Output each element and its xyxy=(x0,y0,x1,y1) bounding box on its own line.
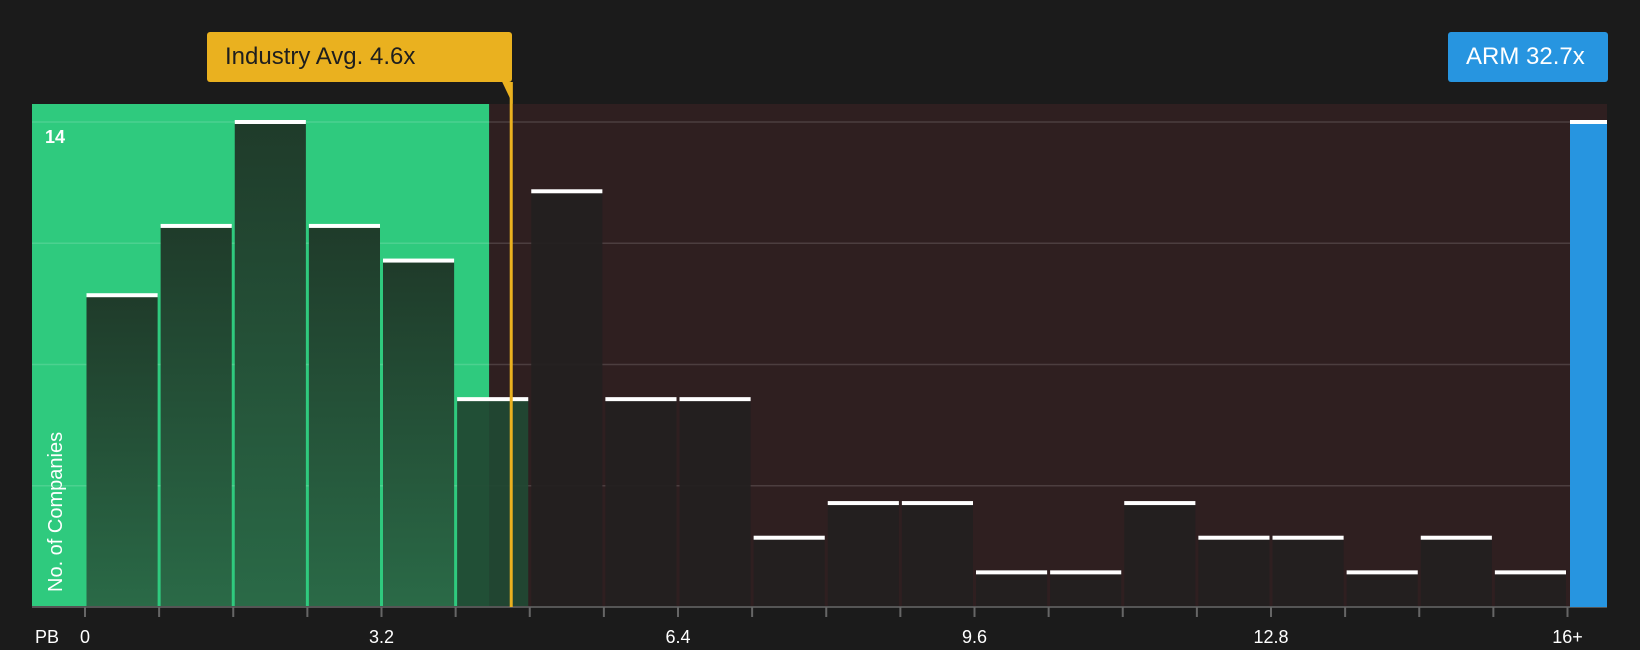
histogram-bar-17 xyxy=(1346,572,1418,607)
histogram-bar-cap-16 xyxy=(1272,535,1344,540)
histogram-bar-1 xyxy=(160,225,232,607)
histogram-bar-18 xyxy=(1420,537,1492,607)
histogram-bar-4 xyxy=(383,260,455,607)
x-tick-label-0: 0 xyxy=(80,627,90,647)
histogram-bar-14 xyxy=(1124,503,1196,607)
histogram-bar-cap-3 xyxy=(308,223,380,228)
histogram-bar-cap-1 xyxy=(160,223,232,228)
histogram-bar-cap-14 xyxy=(1124,501,1196,506)
y-axis-label: No. of Companies xyxy=(45,432,67,592)
histogram-bar-3 xyxy=(308,225,380,607)
histogram-bar-cap-7 xyxy=(605,397,677,402)
x-tick-label-3: 9.6 xyxy=(962,627,987,647)
histogram-bar-cap-9 xyxy=(753,535,825,540)
x-tick-label-1: 3.2 xyxy=(369,627,394,647)
histogram-bar-cap-18 xyxy=(1420,535,1492,540)
histogram-bar-11 xyxy=(901,503,973,607)
x-axis-ticks xyxy=(84,607,1569,617)
histogram-bar-8 xyxy=(679,399,751,607)
industry-average-label: Industry Avg. 4.6x xyxy=(207,32,512,82)
histogram-bar-12 xyxy=(976,572,1048,607)
histogram-bar-16 xyxy=(1272,537,1344,607)
histogram-bar-6 xyxy=(531,191,603,608)
histogram-bar-13 xyxy=(1050,572,1122,607)
company-bar-cap xyxy=(1570,120,1607,124)
histogram-bar-cap-0 xyxy=(86,293,158,298)
histogram-bar-7 xyxy=(605,399,677,607)
histogram-bar-2 xyxy=(234,122,306,607)
company-bar-arm xyxy=(1570,122,1607,607)
y-axis-top-tick-label: 14 xyxy=(45,127,65,147)
histogram-bar-cap-2 xyxy=(234,120,306,124)
histogram-bar-19 xyxy=(1494,572,1566,607)
histogram-bar-10 xyxy=(827,503,899,607)
x-tick-label-2: 6.4 xyxy=(665,627,690,647)
histogram-bar-cap-11 xyxy=(901,501,973,506)
histogram-bar-cap-17 xyxy=(1346,570,1418,575)
histogram-bar-cap-6 xyxy=(531,189,603,194)
histogram-bar-cap-4 xyxy=(383,258,455,263)
histogram-bar-cap-13 xyxy=(1050,570,1122,575)
histogram-bar-15 xyxy=(1198,537,1270,607)
histogram-bar-cap-19 xyxy=(1494,570,1566,575)
x-axis-label: PB xyxy=(35,627,59,647)
histogram-bar-cap-15 xyxy=(1198,535,1270,540)
histogram-bar-5 xyxy=(457,399,529,607)
histogram-bar-9 xyxy=(753,537,825,607)
histogram-bar-cap-12 xyxy=(976,570,1048,575)
pb-distribution-chart: 0 3.2 6.4 9.6 12.8 16+ PB 14 No. of Companies xyxy=(32,82,1607,647)
histogram-bar-0 xyxy=(86,295,158,607)
x-axis-tick-labels: 0 3.2 6.4 9.6 12.8 16+ xyxy=(80,627,1583,647)
histogram-bar-cap-8 xyxy=(679,397,751,402)
histogram-bar-cap-5 xyxy=(457,397,529,402)
x-tick-label-4: 12.8 xyxy=(1253,627,1288,647)
x-tick-label-5: 16+ xyxy=(1552,627,1583,647)
company-label-arm: ARM 32.7x xyxy=(1448,32,1608,82)
histogram-bar-cap-10 xyxy=(827,501,899,506)
